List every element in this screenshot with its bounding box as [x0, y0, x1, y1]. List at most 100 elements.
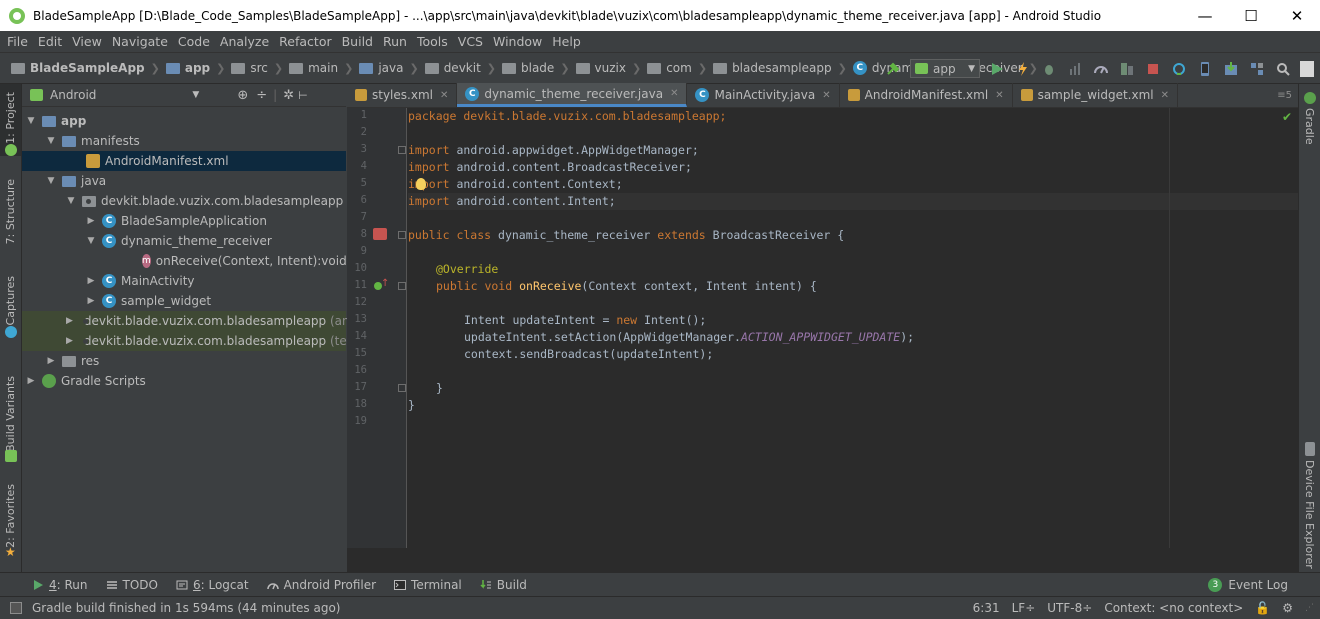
profile-icon[interactable] [1067, 61, 1083, 77]
tree-item-onreceive[interactable]: m onReceive(Context, Intent):void [22, 251, 347, 271]
run-icon[interactable] [989, 61, 1005, 77]
menu-refactor[interactable]: Refactor [274, 34, 336, 49]
collapsed-arrow-icon[interactable]: ▶ [26, 376, 36, 386]
lock-icon[interactable]: 🔓 [1255, 601, 1270, 615]
hide-icon[interactable]: ⊢ [298, 89, 308, 102]
device-file-explorer-tool-tab[interactable]: Device File Explorer [1303, 460, 1316, 569]
menu-view[interactable]: View [67, 34, 107, 49]
run-config-dropdown[interactable]: app ▼ [910, 59, 980, 78]
avd-manager-icon[interactable] [1197, 61, 1213, 77]
todo-tool-button[interactable]: TODO [106, 578, 158, 592]
gradle-tool-tab[interactable]: Gradle [1303, 108, 1316, 145]
terminal-tool-button[interactable]: Terminal [394, 578, 462, 592]
event-log-button[interactable]: 3 Event Log [1208, 577, 1288, 592]
tree-item-androidmanifest[interactable]: AndroidManifest.xml [22, 151, 346, 171]
attach-debugger-icon[interactable] [1093, 61, 1109, 77]
tree-item-dynamic-theme-receiver[interactable]: ▼ Cdynamic_theme_receiver [22, 231, 346, 251]
logcat-tool-button[interactable]: 6: Logcat [176, 578, 249, 592]
tab-androidmanifest[interactable]: AndroidManifest.xml ✕ [840, 83, 1013, 107]
project-view-selector[interactable]: Android [50, 88, 96, 102]
collapsed-arrow-icon[interactable]: ▶ [86, 296, 96, 306]
tree-item-manifests[interactable]: ▼ manifests [22, 131, 346, 151]
breadcrumb-blade[interactable]: blade [521, 61, 554, 75]
expanded-arrow-icon[interactable]: ▼ [46, 176, 56, 186]
breadcrumb-bladesampleapp[interactable]: bladesampleapp [732, 61, 832, 75]
breadcrumb-java[interactable]: java [378, 61, 403, 75]
apply-changes-icon[interactable] [1015, 61, 1031, 77]
tree-item-package-androidtest[interactable]: ▶devkit.blade.vuzix.com.bladesampleapp (… [22, 311, 362, 331]
expanded-arrow-icon[interactable]: ▼ [26, 116, 36, 126]
menu-edit[interactable]: Edit [33, 34, 67, 49]
tree-item-bladesampleapplication[interactable]: ▶ C BladeSampleApplication [22, 211, 346, 231]
tree-item-java[interactable]: ▼ java [22, 171, 346, 191]
menu-analyze[interactable]: Analyze [215, 34, 274, 49]
menu-code[interactable]: Code [173, 34, 215, 49]
tree-item-package-test[interactable]: ▶devkit.blade.vuzix.com.bladesampleapp (… [22, 331, 362, 351]
tree-item-sample-widget[interactable]: ▶ Csample_widget [22, 291, 346, 311]
make-project-icon[interactable] [885, 61, 901, 77]
code-editor[interactable]: package devkit.blade.vuzix.com.bladesamp… [408, 108, 1298, 548]
expanded-arrow-icon[interactable]: ▼ [46, 136, 56, 146]
gear-icon[interactable]: ✲ [283, 88, 294, 103]
captures-tool-tab[interactable]: Captures [4, 276, 17, 325]
menu-tools[interactable]: Tools [412, 34, 453, 49]
inspector-icon[interactable]: ⚙ [1282, 601, 1293, 615]
tab-dynamic-theme-receiver[interactable]: Cdynamic_theme_receiver.java ✕ [457, 83, 688, 107]
close-tab-icon[interactable]: ✕ [995, 90, 1003, 101]
breadcrumb-vuzix[interactable]: vuzix [595, 61, 626, 75]
debug-icon[interactable] [1041, 61, 1057, 77]
maximize-button[interactable]: ☐ [1228, 0, 1274, 31]
project-structure-icon[interactable] [1249, 61, 1265, 77]
build-variants-tool-tab[interactable]: Build Variants [4, 376, 17, 452]
close-tab-icon[interactable]: ✕ [822, 90, 830, 101]
avatar[interactable] [1300, 60, 1314, 77]
sync-gradle-icon[interactable] [1171, 61, 1187, 77]
lightbulb-icon[interactable] [416, 178, 426, 190]
close-tab-icon[interactable]: ✕ [1161, 90, 1169, 101]
expanded-arrow-icon[interactable]: ▼ [66, 196, 76, 206]
caret-position[interactable]: 6:31 [973, 601, 1000, 615]
tree-item-res[interactable]: ▶ res [22, 351, 346, 371]
menu-window[interactable]: Window [488, 34, 547, 49]
expanded-arrow-icon[interactable]: ▼ [86, 236, 96, 246]
menu-vcs[interactable]: VCS [453, 34, 488, 49]
line-separator[interactable]: LF÷ [1012, 601, 1036, 615]
fold-marker-icon[interactable] [398, 282, 406, 290]
tree-item-app[interactable]: ▼ app [22, 111, 346, 131]
favorites-tool-tab[interactable]: 2: Favorites [4, 484, 17, 548]
menu-help[interactable]: Help [547, 34, 586, 49]
fold-marker-icon[interactable] [398, 384, 406, 392]
run-tool-button[interactable]: 4: Run [32, 578, 88, 592]
menu-navigate[interactable]: Navigate [107, 34, 173, 49]
tool-windows-toggle-icon[interactable] [10, 602, 22, 614]
collapsed-arrow-icon[interactable]: ▶ [66, 336, 73, 346]
close-button[interactable]: ✕ [1274, 0, 1320, 31]
tree-item-gradle-scripts[interactable]: ▶ Gradle Scripts [22, 371, 346, 391]
collapsed-arrow-icon[interactable]: ▶ [66, 316, 73, 326]
file-encoding[interactable]: UTF-8÷ [1047, 601, 1092, 615]
tree-item-mainactivity[interactable]: ▶ C MainActivity [22, 271, 346, 291]
search-everywhere-icon[interactable] [1275, 61, 1291, 77]
android-profiler-tool-button[interactable]: Android Profiler [266, 578, 376, 592]
context-indicator[interactable]: Context: <no context> [1104, 601, 1243, 615]
structure-tool-tab[interactable]: 7: Structure [4, 179, 17, 244]
coverage-icon[interactable] [1119, 61, 1135, 77]
tab-sample-widget-xml[interactable]: sample_widget.xml ✕ [1013, 83, 1179, 107]
menu-run[interactable]: Run [378, 34, 412, 49]
tab-styles-xml[interactable]: styles.xml ✕ [347, 83, 458, 107]
breadcrumb-devkit[interactable]: devkit [444, 61, 481, 75]
menu-file[interactable]: File [2, 34, 33, 49]
menu-build[interactable]: Build [337, 34, 378, 49]
collapse-all-icon[interactable]: ÷ [256, 88, 267, 103]
close-tab-icon[interactable]: ✕ [440, 90, 448, 101]
breadcrumb-src[interactable]: src [250, 61, 268, 75]
build-tool-button[interactable]: Build [480, 578, 527, 592]
chevron-down-icon[interactable]: ▼ [192, 90, 199, 100]
breadcrumb-project[interactable]: BladeSampleApp [30, 61, 145, 75]
collapsed-arrow-icon[interactable]: ▶ [86, 276, 96, 286]
fold-marker-icon[interactable] [398, 231, 406, 239]
tab-mainactivity[interactable]: C MainActivity.java ✕ [687, 83, 840, 107]
fold-marker-icon[interactable] [398, 146, 406, 154]
project-tool-tab[interactable]: 1: Project [4, 92, 17, 144]
tab-overflow-button[interactable]: ≡5 [1277, 90, 1292, 101]
